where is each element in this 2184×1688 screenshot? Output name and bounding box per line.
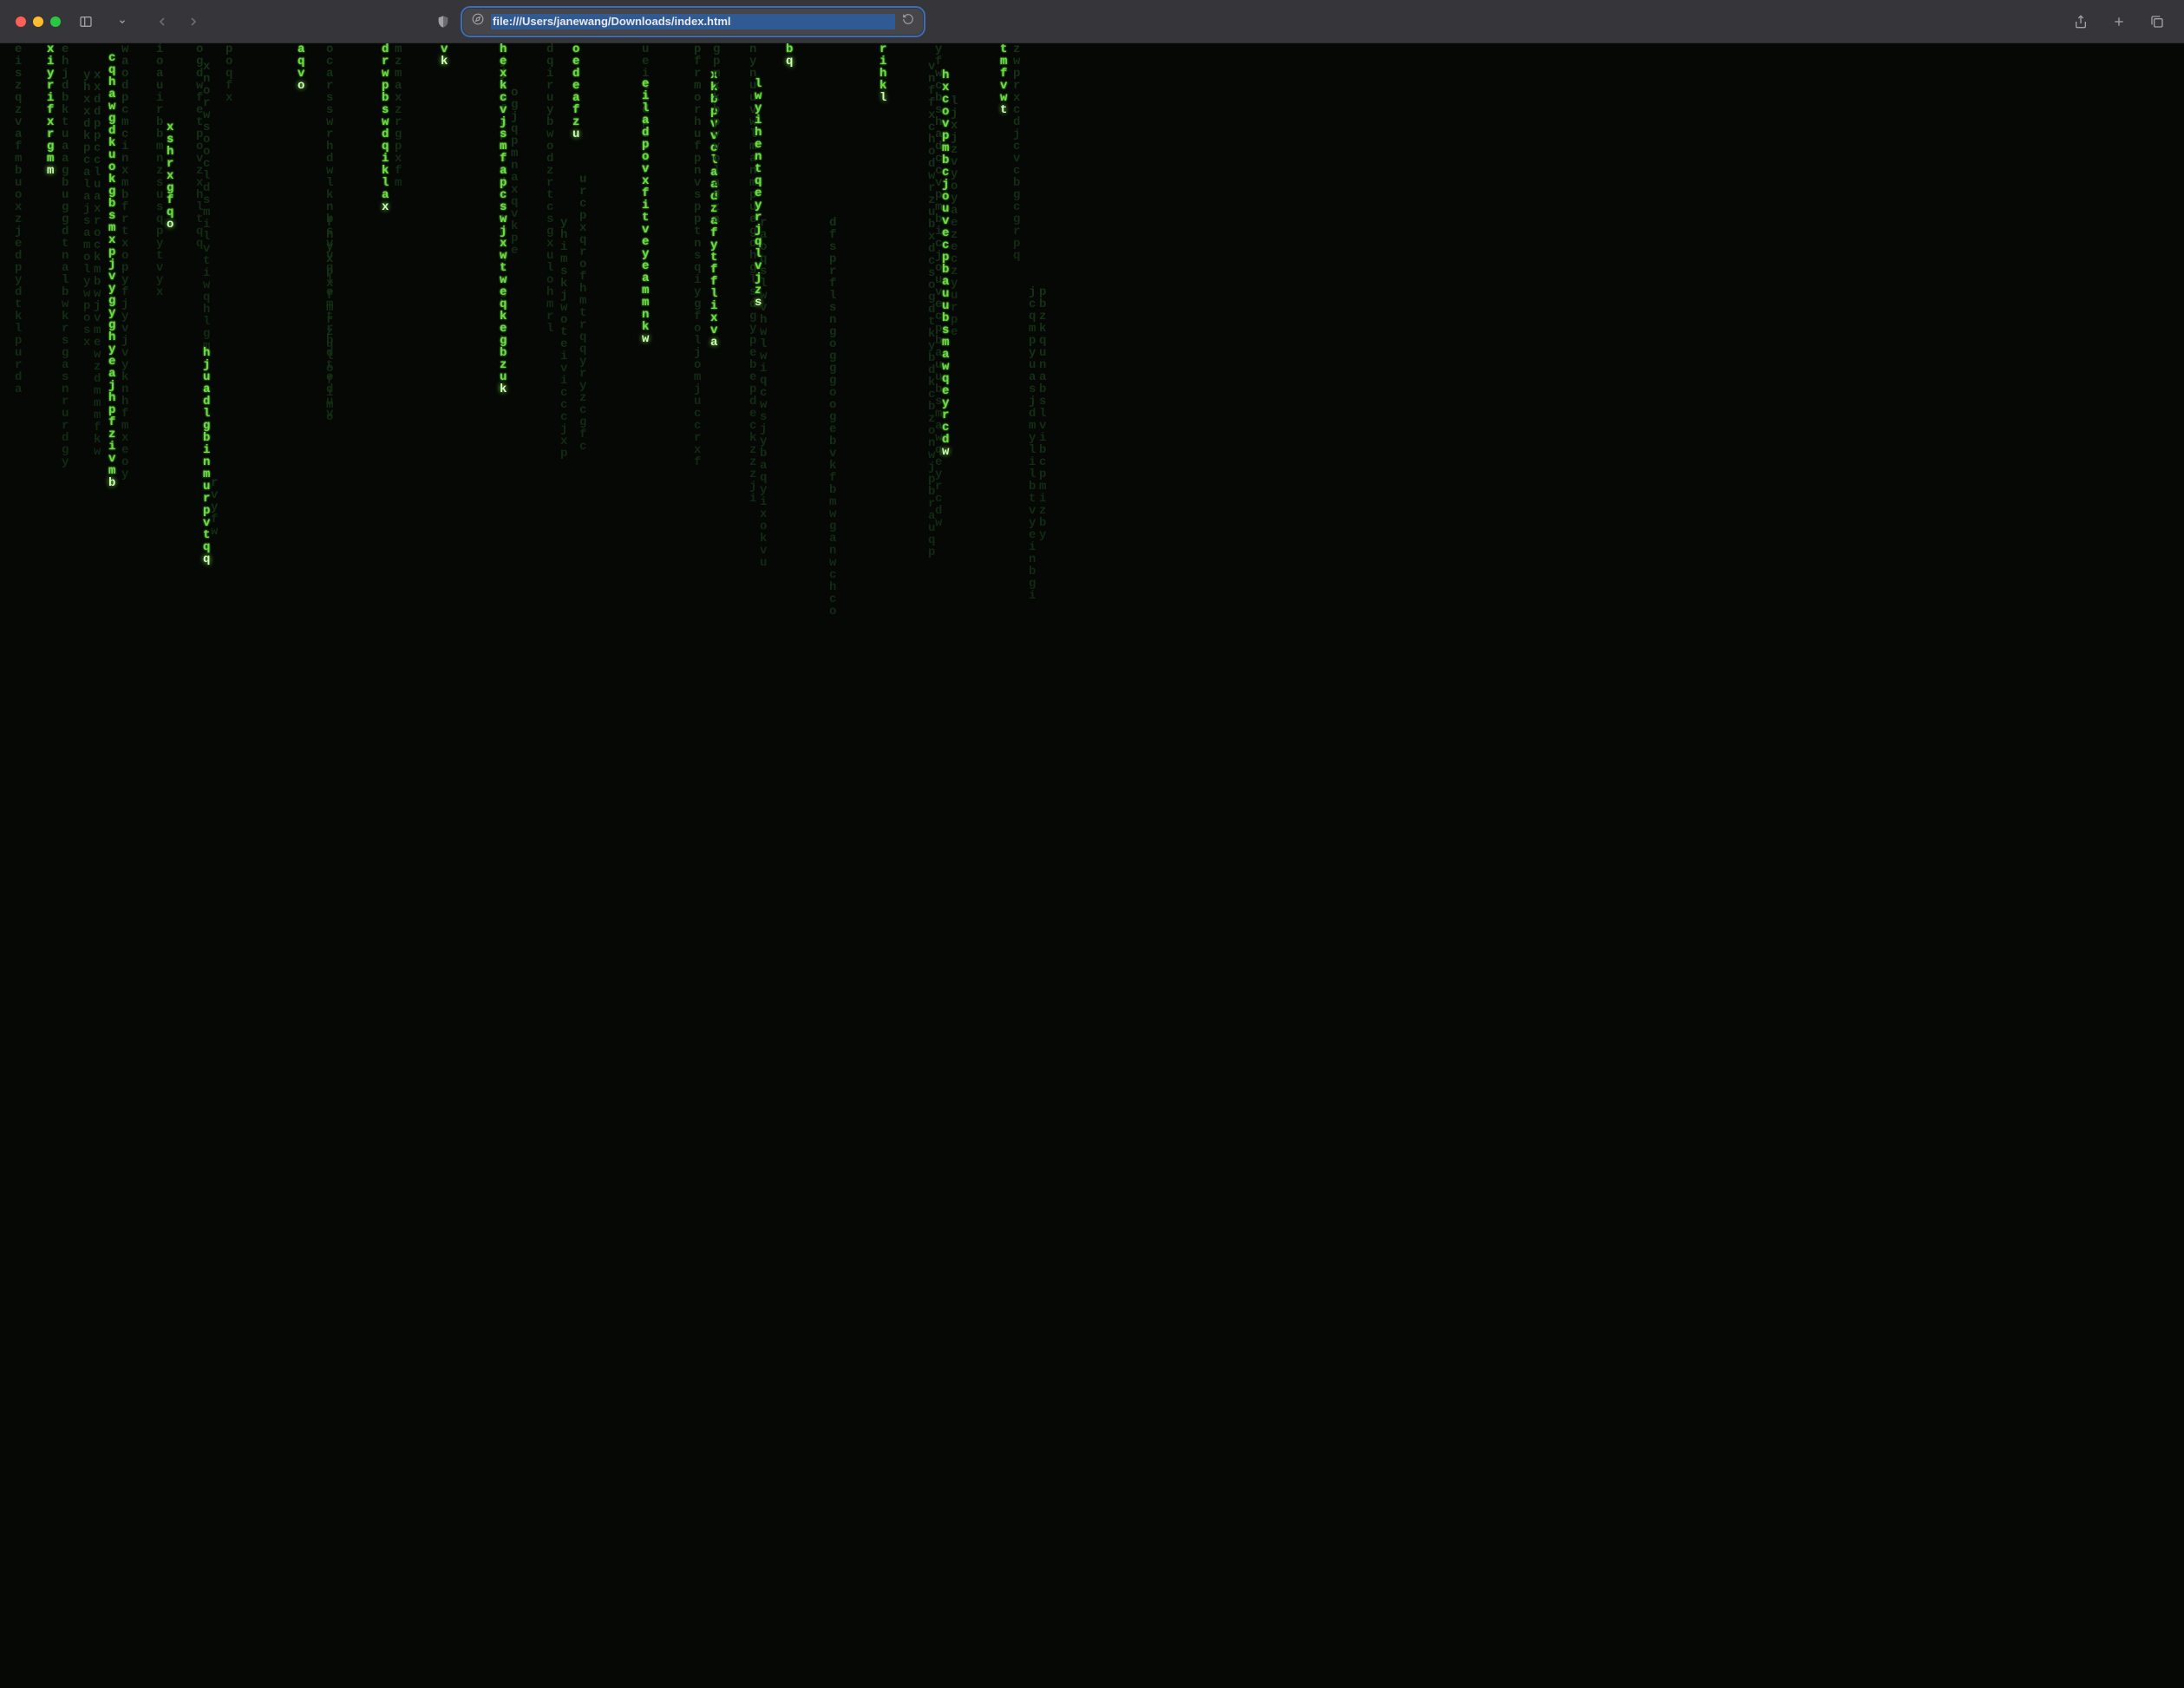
- address-bar[interactable]: file:///Users/janewang/Downloads/index.h…: [463, 9, 923, 35]
- rain-column: gpmxkbpvvoladza: [713, 43, 720, 226]
- window-controls: [16, 16, 61, 27]
- rain-column: zwprxcdjcvcbgcgrpq: [1013, 43, 1020, 262]
- rain-column: xnorwsoocldsmilvtiwqhlgm: [203, 61, 210, 352]
- rain-column: pfrmorhufpnvspptnsqiygfoljomjuccrxf: [694, 43, 701, 468]
- page-content-matrix-rain: eiszqzvafmbuoxzjedpydtklpurda xiyrifxrgmm…: [0, 43, 2184, 1688]
- new-tab-button[interactable]: [2108, 10, 2130, 33]
- rain-column: raoqslwvhwlwiqcwsjybaqyixokvu: [760, 217, 767, 569]
- rain-column: yhimskjwoteivicccjxp: [560, 217, 567, 460]
- rain-column: mzmaxzrgpxfm: [395, 43, 402, 189]
- rain-column: ogjqpmnaxqvkpe: [511, 87, 518, 257]
- rain-column: aqvo: [298, 43, 304, 92]
- rain-column: drwpbswdqiklax: [382, 43, 389, 213]
- rain-column: yhxxdkpcalajsamolywposx: [83, 69, 90, 349]
- rain-column: ehjdbktuaagbuggdtnalbwkrsgasnrurdgy: [62, 43, 69, 468]
- rain-column: hexkcvjsmfapcswjxwtweqkegbzuk: [500, 43, 507, 396]
- sidebar-toggle-button[interactable]: [75, 10, 97, 33]
- rain-column: vk: [441, 43, 448, 68]
- rain-column: tmfvwt: [1000, 43, 1007, 116]
- rain-column: rihkl: [879, 43, 886, 104]
- minimize-window-button[interactable]: [33, 16, 43, 27]
- rain-column: ioauirbbmnzsusqpytvyx: [156, 43, 163, 298]
- rain-column: eiladpovxfitveyeammnkw: [642, 78, 649, 345]
- rain-column: waodpcmcinxmbfrtxopyfjyvjvyknhfmxeoy: [121, 43, 128, 481]
- rain-column: hjuadlgbinmurpvtqq: [203, 347, 210, 566]
- maximize-window-button[interactable]: [50, 16, 61, 27]
- share-button[interactable]: [2070, 10, 2092, 33]
- rain-column: hxcovpmbcjouvecpbauubsmawqeyrcdw: [942, 69, 949, 458]
- rain-column: dqiruybwodzrtcsgxulohmrl: [546, 43, 553, 335]
- rain-column: eiszqzvafmbuoxzjedpydtklpurda: [15, 43, 22, 396]
- rain-column: oedeafzu: [572, 43, 579, 141]
- rain-column: rvyfw: [211, 477, 218, 538]
- rain-column: cqhawgdkuokgbsmxpjvygyghyeajhpfzivmb: [108, 52, 115, 489]
- rain-column: jcqmpyuasjdmylilbtvyeinbgi: [1029, 286, 1036, 602]
- tab-overview-button[interactable]: [2146, 10, 2168, 33]
- rain-column: urcpxqrofhmtrqqyryzcgfc: [579, 173, 586, 453]
- rain-column: ljxjzvyoyaezeczyurpe: [951, 95, 958, 338]
- rain-column: fhyxpxfmrzulofimo: [326, 217, 333, 423]
- url-text[interactable]: file:///Users/janewang/Downloads/index.h…: [491, 14, 895, 29]
- compass-icon: [472, 13, 484, 29]
- rain-column: dfsprflsngogggoogebvkfbmwganwchco: [829, 217, 836, 618]
- close-window-button[interactable]: [16, 16, 26, 27]
- rain-column: xiyrifxrgmm: [47, 43, 54, 177]
- rain-column: xxddppccluaxrockmbwjvmewzdmmmfkw: [94, 69, 101, 458]
- back-button[interactable]: [151, 10, 173, 33]
- rain-column: bq: [786, 43, 793, 68]
- rain-column: xshrxgfqo: [167, 121, 173, 231]
- privacy-shield-icon[interactable]: [432, 10, 454, 33]
- browser-toolbar: file:///Users/janewang/Downloads/index.h…: [0, 0, 2184, 43]
- rain-column: pbzkqunabslvibcpmizby: [1039, 286, 1046, 541]
- rain-column: poqfx: [226, 43, 232, 104]
- reload-button[interactable]: [902, 13, 914, 29]
- sidebar-menu-chevron-icon[interactable]: [111, 10, 134, 33]
- forward-button[interactable]: [182, 10, 205, 33]
